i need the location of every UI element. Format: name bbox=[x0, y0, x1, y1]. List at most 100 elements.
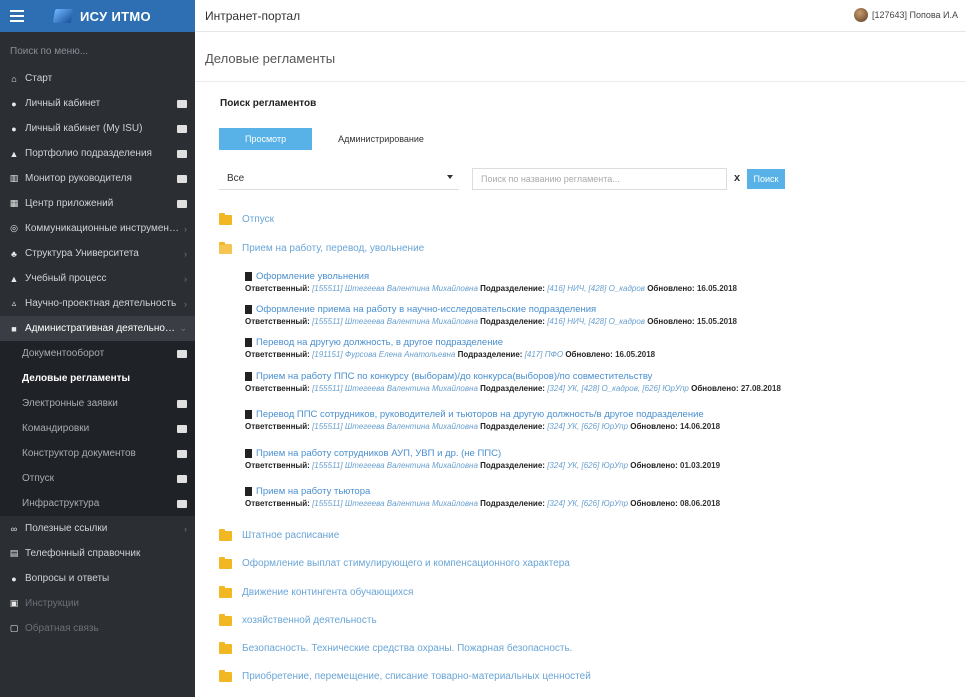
document-icon bbox=[245, 410, 252, 419]
department-link[interactable]: [324] УК, [626] ЮрУпр bbox=[547, 461, 628, 470]
regulation-title[interactable]: Прием на работу тьютора bbox=[245, 486, 720, 497]
responsible-person-link[interactable]: [155511] Штегеева Валентина Михайловна bbox=[312, 422, 478, 431]
regulation-title-link[interactable]: Прием на работу тьютора bbox=[256, 486, 370, 497]
sidebar-item[interactable]: ▲ Портфолио подразделения bbox=[0, 141, 195, 166]
department-link[interactable]: [416] НИЧ, [428] О_кадров bbox=[547, 317, 645, 326]
sidebar-item[interactable]: ■ Административная деятельность ⌄ bbox=[0, 316, 195, 341]
sidebar-subitem[interactable]: Документооборот bbox=[0, 341, 195, 366]
sidebar-item[interactable]: ▣ Инструкции bbox=[0, 591, 195, 616]
avatar[interactable] bbox=[853, 8, 868, 22]
regulation-title[interactable]: Оформление увольнения bbox=[245, 271, 737, 282]
sidebar-item[interactable]: ▦ Центр приложений bbox=[0, 191, 195, 216]
sidebar-item[interactable]: ▲ Учебный процесс › bbox=[0, 266, 195, 291]
responsible-person-link[interactable]: [155511] Штегеева Валентина Михайловна bbox=[312, 284, 478, 293]
sidebar-item[interactable]: ● Личный кабинет bbox=[0, 91, 195, 116]
regulation-title-link[interactable]: Оформление увольнения bbox=[256, 271, 369, 282]
sidebar-item-label: Личный кабинет bbox=[25, 98, 101, 109]
folder-item[interactable]: Безопасность. Технические средства охран… bbox=[219, 641, 572, 654]
regulation-search-input[interactable]: Поиск по названию регламента... bbox=[472, 168, 727, 190]
folder-item[interactable]: Прием на работу, перевод, увольнение bbox=[219, 241, 424, 254]
sidebar-subitem-label: Электронные заявки bbox=[22, 398, 118, 409]
home-icon: ⌂ bbox=[11, 73, 17, 84]
folder-item[interactable]: хозяйственной деятельность bbox=[219, 613, 377, 626]
folder-label[interactable]: Отпуск bbox=[242, 214, 274, 225]
sidebar-item[interactable]: ▤ Телефонный справочник bbox=[0, 541, 195, 566]
sidebar-subitem[interactable]: Конструктор документов bbox=[0, 441, 195, 466]
folder-label[interactable]: Движение контингента обучающихся bbox=[242, 587, 413, 598]
external-link-icon[interactable] bbox=[177, 349, 187, 358]
sidebar-item[interactable]: ◎ Коммуникационные инструменты › bbox=[0, 216, 195, 241]
folder-label[interactable]: Оформление выплат стимулирующего и компе… bbox=[242, 558, 570, 569]
category-select[interactable]: Все bbox=[219, 168, 459, 190]
external-link-icon[interactable] bbox=[177, 449, 187, 458]
department-link[interactable]: [324] УК, [626] ЮрУпр bbox=[547, 499, 628, 508]
sidebar-item[interactable]: ∞ Полезные ссылки › bbox=[0, 516, 195, 541]
user-name[interactable]: [127643] Попова И.А bbox=[872, 10, 958, 20]
graduation-icon: ▲ bbox=[9, 148, 19, 159]
external-link-icon[interactable] bbox=[177, 499, 187, 508]
external-link-icon[interactable] bbox=[177, 474, 187, 483]
folder-item[interactable]: Приобретение, перемещение, списание това… bbox=[219, 669, 591, 682]
sidebar-item[interactable]: ⌂ Старт bbox=[0, 66, 195, 91]
regulation-title[interactable]: Прием на работу сотрудников АУП, УВП и д… bbox=[245, 448, 720, 459]
search-button[interactable]: Поиск bbox=[747, 169, 785, 189]
folder-label[interactable]: Прием на работу, перевод, увольнение bbox=[242, 243, 424, 254]
department-link[interactable]: [417] ПФО bbox=[525, 350, 563, 359]
sidebar-item[interactable]: ▵ Научно-проектная деятельность › bbox=[0, 291, 195, 316]
sidebar-item[interactable]: ♣ Структура Университета › bbox=[0, 241, 195, 266]
sidebar-item[interactable]: ▢ Обратная связь bbox=[0, 616, 195, 641]
graduation-icon: ▲ bbox=[9, 273, 19, 284]
sidebar-subitem[interactable]: Инфраструктура bbox=[0, 491, 195, 516]
menu-toggle-icon[interactable] bbox=[10, 10, 24, 22]
department-link[interactable]: [416] НИЧ, [428] О_кадров bbox=[547, 284, 645, 293]
regulation-title-link[interactable]: Перевод ППС сотрудников, руководителей и… bbox=[256, 409, 704, 420]
question-icon: ● bbox=[11, 573, 17, 584]
sidebar-item[interactable]: ▥ Монитор руководителя bbox=[0, 166, 195, 191]
sidebar-subitem[interactable]: Отпуск bbox=[0, 466, 195, 491]
folder-label[interactable]: Штатное расписание bbox=[242, 530, 339, 541]
regulation-title[interactable]: Оформление приема на работу в научно-исс… bbox=[245, 304, 737, 315]
department-link[interactable]: [324] УК, [428] О_кадров, [626] ЮрУпр bbox=[547, 384, 689, 393]
folder-item[interactable]: Отпуск bbox=[219, 212, 274, 225]
folder-item[interactable]: Движение контингента обучающихся bbox=[219, 585, 413, 598]
tab-admin[interactable]: Администрирование bbox=[312, 128, 450, 150]
regulation-title-link[interactable]: Оформление приема на работу в научно-исс… bbox=[256, 304, 596, 315]
regulation-title[interactable]: Перевод на другую должность, в другое по… bbox=[245, 337, 655, 348]
folder-item[interactable]: Оформление выплат стимулирующего и компе… bbox=[219, 556, 570, 569]
sidebar-search-input[interactable]: Поиск по меню... bbox=[0, 40, 195, 62]
responsible-person-link[interactable]: [191151] Фурсова Елена Анатольевна bbox=[312, 350, 455, 359]
regulation-title-link[interactable]: Прием на работу ППС по конкурсу (выборам… bbox=[256, 371, 652, 382]
external-link-icon[interactable] bbox=[177, 99, 187, 108]
sidebar-item-label: Полезные ссылки bbox=[25, 523, 108, 534]
responsible-person-link[interactable]: [155511] Штегеева Валентина Михайловна bbox=[312, 499, 478, 508]
sidebar-subitem[interactable]: Электронные заявки bbox=[0, 391, 195, 416]
folder-label[interactable]: хозяйственной деятельность bbox=[242, 615, 377, 626]
department-link[interactable]: [324] УК, [626] ЮрУпр bbox=[547, 422, 628, 431]
regulation-title-link[interactable]: Перевод на другую должность, в другое по… bbox=[256, 337, 503, 348]
folder-label[interactable]: Безопасность. Технические средства охран… bbox=[242, 643, 572, 654]
regulation-title-link[interactable]: Прием на работу сотрудников АУП, УВП и д… bbox=[256, 448, 501, 459]
external-link-icon[interactable] bbox=[177, 399, 187, 408]
external-link-icon[interactable] bbox=[177, 149, 187, 158]
responsible-person-link[interactable]: [155511] Штегеева Валентина Михайловна bbox=[312, 384, 478, 393]
sidebar-subitem[interactable]: Командировки bbox=[0, 416, 195, 441]
responsible-person-link[interactable]: [155511] Штегеева Валентина Михайловна bbox=[312, 317, 478, 326]
regulation-title[interactable]: Перевод ППС сотрудников, руководителей и… bbox=[245, 409, 720, 420]
external-link-icon[interactable] bbox=[177, 424, 187, 433]
brand-title[interactable]: ИСУ ИТМО bbox=[80, 9, 151, 24]
regulation-title[interactable]: Прием на работу ППС по конкурсу (выборам… bbox=[245, 371, 781, 382]
sidebar-item[interactable]: ● Вопросы и ответы bbox=[0, 566, 195, 591]
folder-label[interactable]: Приобретение, перемещение, списание това… bbox=[242, 671, 591, 682]
external-link-icon[interactable] bbox=[177, 124, 187, 133]
external-link-icon[interactable] bbox=[177, 199, 187, 208]
sidebar-subitem[interactable]: Деловые регламенты bbox=[0, 366, 195, 391]
caret-down-icon bbox=[447, 175, 453, 179]
sidebar-item[interactable]: ● Личный кабинет (My ISU) bbox=[0, 116, 195, 141]
tab-view[interactable]: Просмотр bbox=[219, 128, 313, 150]
user-menu[interactable]: [127643] Попова И.А bbox=[853, 8, 958, 22]
external-link-icon[interactable] bbox=[177, 174, 187, 183]
responsible-person-link[interactable]: [155511] Штегеева Валентина Михайловна bbox=[312, 461, 478, 470]
folder-item[interactable]: Штатное расписание bbox=[219, 528, 339, 541]
clear-search-button[interactable]: x bbox=[734, 172, 740, 184]
sidebar-item-label: Научно-проектная деятельность bbox=[25, 298, 177, 309]
